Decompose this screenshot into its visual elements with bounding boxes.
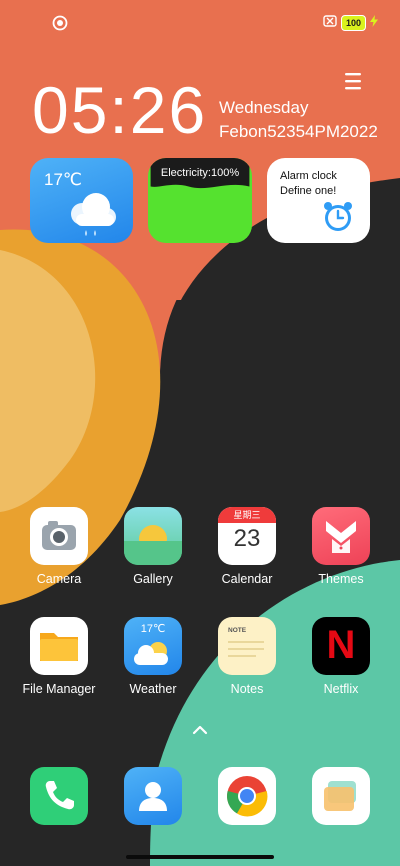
phone-icon xyxy=(30,767,88,825)
clock-day: Wednesday xyxy=(219,98,309,117)
app-notification-icon xyxy=(52,15,68,31)
netflix-icon-glyph: N xyxy=(326,623,356,667)
dock-contacts[interactable] xyxy=(124,767,182,825)
dock-cards-app[interactable] xyxy=(312,767,370,825)
weather-widget-temperature: 17℃ xyxy=(44,170,83,189)
battery-widget[interactable]: Electricity:100% xyxy=(148,158,252,243)
app-label-calendar: Calendar xyxy=(221,572,273,586)
battery-icon: 100 xyxy=(340,15,366,31)
app-notes[interactable]: NOTE Notes xyxy=(201,617,293,696)
app-label-file-manager: File Manager xyxy=(22,682,96,696)
sim-off-icon xyxy=(323,14,337,32)
weather-widget[interactable]: 17℃ xyxy=(30,158,133,243)
clock-time[interactable]: 05:26 xyxy=(32,72,207,148)
menu-icon[interactable] xyxy=(342,72,362,90)
cards-app-icon xyxy=(312,767,370,825)
alarm-widget-subtitle: Define one! xyxy=(280,185,337,197)
battery-widget-label: Electricity:100% xyxy=(160,167,240,179)
app-calendar[interactable]: 星期三 23 Calendar xyxy=(201,507,293,586)
app-themes[interactable]: Themes xyxy=(295,507,387,586)
alarm-clock-icon xyxy=(324,202,352,231)
app-camera[interactable]: Camera xyxy=(13,507,105,586)
themes-icon xyxy=(312,507,370,565)
calendar-icon: 星期三 23 xyxy=(218,507,276,565)
weather-icon: 17℃ xyxy=(124,617,182,675)
app-label-notes: Notes xyxy=(230,682,264,696)
app-label-themes: Themes xyxy=(318,572,364,586)
calendar-icon-weekday: 星期三 xyxy=(218,507,276,523)
netflix-icon: N xyxy=(312,617,370,675)
notes-icon: NOTE xyxy=(218,617,276,675)
app-label-weather: Weather xyxy=(129,682,177,696)
app-file-manager[interactable]: File Manager xyxy=(13,617,105,696)
cloud-rain-icon xyxy=(71,193,116,236)
dock-chrome[interactable] xyxy=(218,767,276,825)
alarm-widget[interactable]: Alarm clock Define one! xyxy=(267,158,370,243)
app-label-netflix: Netflix xyxy=(323,682,359,696)
status-icons: 100 xyxy=(323,14,378,32)
app-gallery[interactable]: Gallery xyxy=(107,507,199,586)
chevron-up-icon[interactable] xyxy=(190,722,210,736)
clock-full-date: Febon52354PM2022 xyxy=(219,122,378,141)
contacts-icon xyxy=(124,767,182,825)
app-netflix[interactable]: N Netflix xyxy=(295,617,387,696)
clock-date[interactable]: Wednesday Febon52354PM2022 xyxy=(219,96,378,144)
app-weather[interactable]: 17℃ Weather xyxy=(107,617,199,696)
app-label-gallery: Gallery xyxy=(133,572,173,586)
charging-icon xyxy=(370,14,378,32)
app-label-camera: Camera xyxy=(36,572,82,586)
navigation-handle[interactable] xyxy=(126,855,274,859)
folder-icon xyxy=(30,617,88,675)
chrome-icon xyxy=(218,767,276,825)
gallery-icon xyxy=(124,507,182,565)
camera-icon xyxy=(30,507,88,565)
calendar-icon-day: 23 xyxy=(233,525,261,552)
dock-phone[interactable] xyxy=(30,767,88,825)
alarm-widget-title: Alarm clock xyxy=(280,170,337,182)
